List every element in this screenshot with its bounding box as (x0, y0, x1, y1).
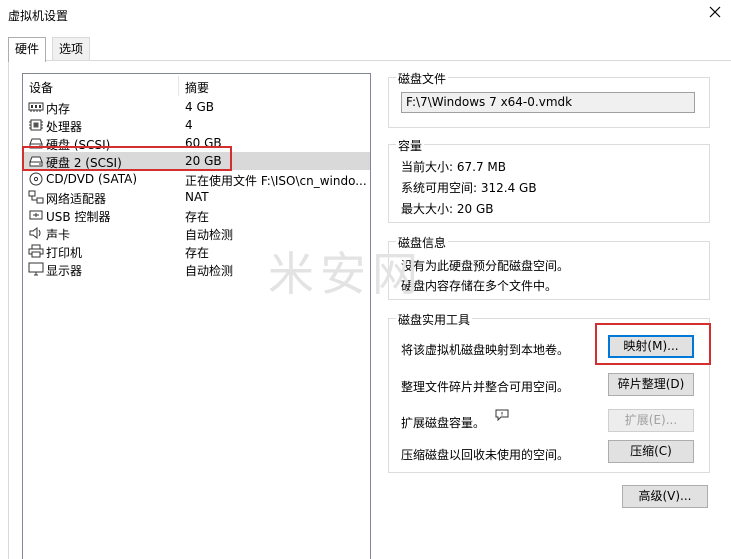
close-icon[interactable] (707, 4, 723, 20)
map-button[interactable]: 映射(M)... (608, 335, 694, 358)
tab-bar: 硬件 选项 (0, 37, 731, 62)
disk-file-group: 磁盘文件 F:\7\Windows 7 x64-0.vmdk (388, 70, 710, 128)
device-name: 声卡 (46, 228, 71, 242)
disk-info-group: 磁盘信息 没有为此硬盘预分配磁盘空间。 硬盘内容存储在多个文件中。 (388, 234, 710, 300)
expand-button[interactable]: 扩展(E)... (608, 409, 694, 432)
capacity-title: 容量 (396, 137, 425, 154)
device-summary: 正在使用文件 F:\ISO\cn_windo... (185, 174, 367, 188)
disk-utilities-title: 磁盘实用工具 (396, 311, 473, 328)
title-bar: 虚拟机设置 (0, 0, 731, 30)
tab-options[interactable]: 选项 (52, 37, 91, 61)
device-row-printer[interactable]: 打印机 存在 (23, 242, 370, 260)
device-summary: 存在 (185, 210, 210, 224)
device-summary: 20 GB (185, 154, 222, 168)
device-name: 硬盘 2 (SCSI) (46, 156, 122, 170)
device-list-header: 设备 摘要 (23, 76, 370, 96)
disk-info-title: 磁盘信息 (396, 234, 449, 251)
column-separator (178, 76, 179, 96)
device-summary: 自动检测 (185, 264, 234, 278)
device-name: 处理器 (46, 120, 83, 134)
column-header-summary[interactable]: 摘要 (185, 79, 209, 96)
device-name: USB 控制器 (46, 210, 111, 224)
disk-file-path-field[interactable]: F:\7\Windows 7 x64-0.vmdk (401, 92, 695, 113)
device-name: 显示器 (46, 264, 83, 278)
device-row-memory[interactable]: 内存 4 GB (23, 98, 370, 116)
harddisk-icon (28, 154, 44, 168)
printer-icon (28, 244, 44, 258)
device-row-cpu[interactable]: 处理器 4 (23, 116, 370, 134)
disk-info-preallocation: 没有为此硬盘预分配磁盘空间。 (401, 259, 570, 273)
device-summary: 存在 (185, 246, 210, 260)
device-row-sound[interactable]: 声卡 自动检测 (23, 224, 370, 242)
device-name: CD/DVD (SATA) (46, 172, 138, 186)
max-size-text: 最大大小: 20 GB (401, 202, 494, 216)
defrag-button[interactable]: 碎片整理(D) (608, 373, 694, 396)
free-space-text: 系统可用空间: 312.4 GB (401, 181, 537, 195)
cdrom-icon (28, 172, 44, 186)
device-summary: 60 GB (185, 136, 222, 150)
map-description: 将该虚拟机磁盘映射到本地卷。 (401, 343, 570, 357)
compact-description: 压缩磁盘以回收未使用的空间。 (401, 448, 570, 462)
harddisk-icon (28, 136, 44, 150)
disk-utilities-group: 磁盘实用工具 将该虚拟机磁盘映射到本地卷。 映射(M)... 整理文件碎片并整合… (388, 311, 710, 473)
info-bubble-icon[interactable] (495, 409, 509, 421)
advanced-button[interactable]: 高级(V)... (622, 485, 708, 508)
monitor-icon (28, 262, 44, 276)
cpu-icon (28, 118, 44, 132)
current-size-text: 当前大小: 67.7 MB (401, 160, 506, 174)
capacity-group: 容量 当前大小: 67.7 MB 系统可用空间: 312.4 GB 最大大小: … (388, 137, 710, 223)
tab-hardware[interactable]: 硬件 (8, 37, 47, 62)
disk-info-split-files: 硬盘内容存储在多个文件中。 (401, 279, 558, 293)
device-summary: NAT (185, 190, 209, 204)
device-row-cdrom[interactable]: CD/DVD (SATA) 正在使用文件 F:\ISO\cn_windo... (23, 170, 370, 188)
compact-button[interactable]: 压缩(C) (608, 440, 694, 463)
device-summary: 自动检测 (185, 228, 234, 242)
usb-icon (28, 208, 44, 222)
device-row-usb[interactable]: USB 控制器 存在 (23, 206, 370, 224)
expand-description: 扩展磁盘容量。 (401, 416, 486, 430)
disk-file-title: 磁盘文件 (396, 70, 449, 87)
speaker-icon (28, 226, 44, 240)
device-list[interactable]: 设备 摘要 内存 4 GB 处理器 4 硬盘 (SCSI) 60 GB 硬盘 2… (22, 73, 371, 559)
window-title: 虚拟机设置 (8, 9, 69, 23)
memory-icon (28, 100, 44, 114)
device-name: 硬盘 (SCSI) (46, 138, 111, 152)
device-summary: 4 GB (185, 100, 214, 114)
device-row-harddisk[interactable]: 硬盘 (SCSI) 60 GB (23, 134, 370, 152)
device-summary: 4 (185, 118, 193, 132)
column-header-device[interactable]: 设备 (29, 79, 53, 96)
device-row-network[interactable]: 网络适配器 NAT (23, 188, 370, 206)
defrag-description: 整理文件碎片并整合可用空间。 (401, 380, 570, 394)
device-row-harddisk-2[interactable]: 硬盘 2 (SCSI) 20 GB (23, 152, 370, 170)
network-icon (28, 190, 44, 204)
device-name: 内存 (46, 102, 71, 116)
device-row-monitor[interactable]: 显示器 自动检测 (23, 260, 370, 278)
device-name: 打印机 (46, 246, 83, 260)
device-name: 网络适配器 (46, 192, 107, 206)
